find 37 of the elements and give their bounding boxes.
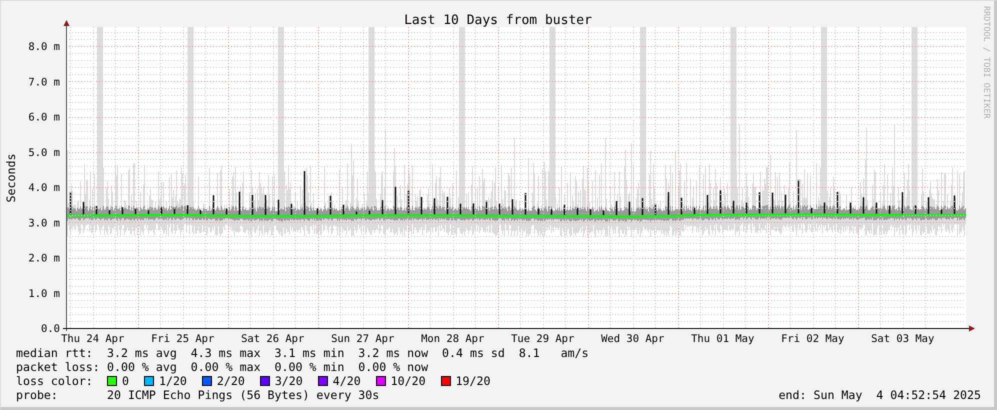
legend-label: median rtt: xyxy=(16,346,94,360)
loss-color-label: 0 xyxy=(122,374,129,388)
axis-tick-label: 1.0 m xyxy=(28,288,60,300)
loss-color-label: 19/20 xyxy=(456,374,490,388)
legend-label: loss color: xyxy=(16,374,94,388)
axis-tick-label: Sat 03 May xyxy=(871,333,934,345)
axis-tick-label: 6.0 m xyxy=(28,112,60,124)
legend-value-text: 20 ICMP Echo Pings (56 Bytes) every 30s xyxy=(107,388,380,402)
axis-tick-label: 5.0 m xyxy=(28,146,60,159)
axis-tick-label: 4.0 m xyxy=(28,182,60,194)
chart-title: Last 10 Days from buster xyxy=(404,13,592,28)
credit-text: RRDTOOL / TOBI OETIKER xyxy=(981,6,991,119)
legend-value-text: 0.00 % avg 0.00 % max 0.00 % min 0.00 % now xyxy=(107,360,428,374)
legend-label: probe: xyxy=(16,388,59,402)
axis-tick-label: Thu 24 Apr xyxy=(61,333,124,345)
end-time-text: end: Sun May 4 04:52:54 2025 xyxy=(778,388,981,402)
axis-tick-label: Thu 01 May xyxy=(691,333,754,345)
loss-color-label: 1/20 xyxy=(158,374,187,388)
axis-tick-label: Sun 27 Apr xyxy=(331,333,394,345)
axis-tick-label: 3.0 m xyxy=(28,217,60,230)
axis-tick-label: 0.0 xyxy=(41,323,60,335)
axis-tick-label: Mon 28 Apr xyxy=(421,333,484,345)
loss-color-label: 2/20 xyxy=(216,374,245,388)
loss-color-label: 3/20 xyxy=(274,374,303,388)
axis-tick-label: 2.0 m xyxy=(28,252,60,264)
legend-label: packet loss: xyxy=(16,360,101,374)
axis-tick-label: Tue 29 Apr xyxy=(511,333,574,345)
axis-tick-label: Sat 26 Apr xyxy=(241,333,304,345)
axis-title: Seconds xyxy=(4,154,18,202)
axis-tick-label: 8.0 m xyxy=(28,41,60,54)
legend-value-text: 3.2 ms avg 4.3 ms max 3.1 ms min 3.2 ms now 0.4 ms sd 8.1 am/s xyxy=(107,346,589,360)
axis-tick-label: Fri 02 May xyxy=(781,333,844,345)
axis-tick-label: 7.0 m xyxy=(28,76,60,88)
axis-tick-label: Fri 25 Apr xyxy=(151,333,214,345)
loss-color-label: 4/20 xyxy=(332,374,361,388)
axis-tick-label: Wed 30 Apr xyxy=(601,333,664,345)
loss-color-label: 10/20 xyxy=(390,374,426,388)
